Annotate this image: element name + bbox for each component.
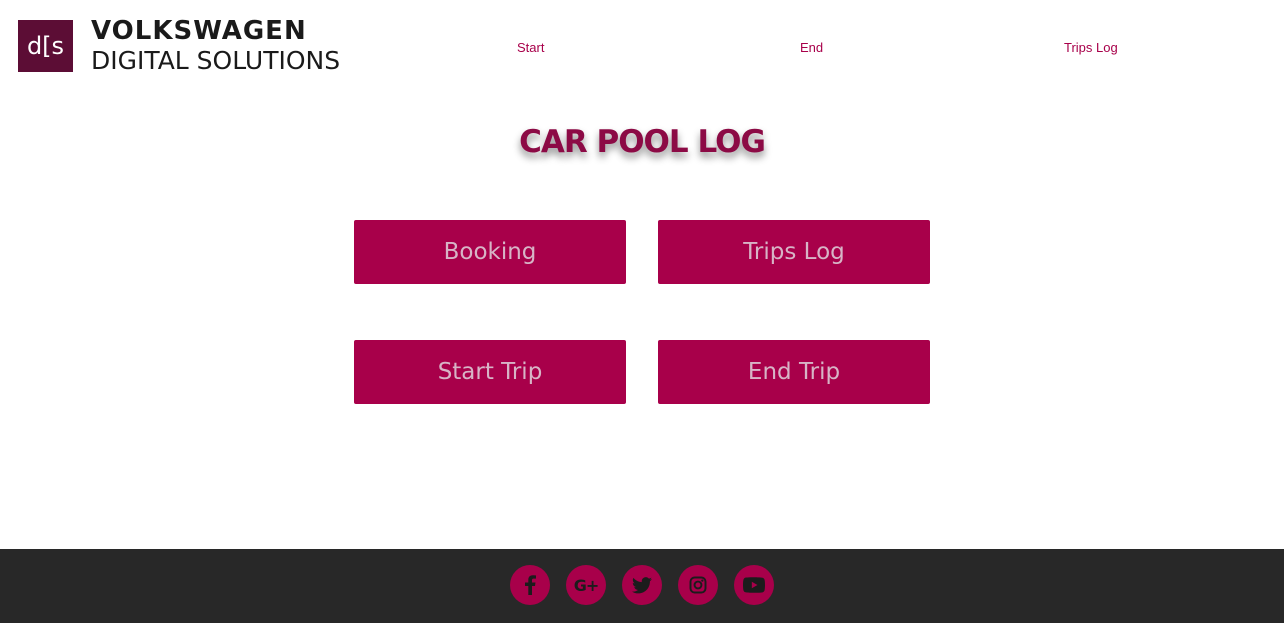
facebook-icon[interactable]	[510, 565, 550, 605]
end-trip-button[interactable]: End Trip	[658, 340, 930, 404]
start-trip-button[interactable]: Start Trip	[354, 340, 626, 404]
page-title: CAR POOL LOG	[519, 124, 766, 160]
youtube-icon[interactable]	[734, 565, 774, 605]
instagram-icon[interactable]	[678, 565, 718, 605]
nav-link-start[interactable]: Start	[517, 40, 544, 55]
booking-button[interactable]: Booking	[354, 220, 626, 284]
footer: G+	[0, 549, 1284, 623]
page: d[s VOLKSWAGEN DIGITAL SOLUTIONS Start E…	[0, 0, 1284, 623]
logo-brand-name: VOLKSWAGEN	[91, 16, 307, 46]
twitter-icon[interactable]	[622, 565, 662, 605]
nav-link-end[interactable]: End	[800, 40, 823, 55]
nav-link-trips-log[interactable]: Trips Log	[1064, 40, 1118, 55]
logo-mark: d[s	[18, 19, 73, 72]
google-plus-icon[interactable]: G+	[566, 565, 606, 605]
logo[interactable]: d[s VOLKSWAGEN DIGITAL SOLUTIONS	[18, 18, 340, 73]
logo-brand-subtitle: DIGITAL SOLUTIONS	[91, 46, 341, 75]
google-plus-glyph: G+	[573, 575, 600, 595]
logo-text: VOLKSWAGEN DIGITAL SOLUTIONS	[91, 18, 340, 73]
trips-log-button[interactable]: Trips Log	[658, 220, 930, 284]
